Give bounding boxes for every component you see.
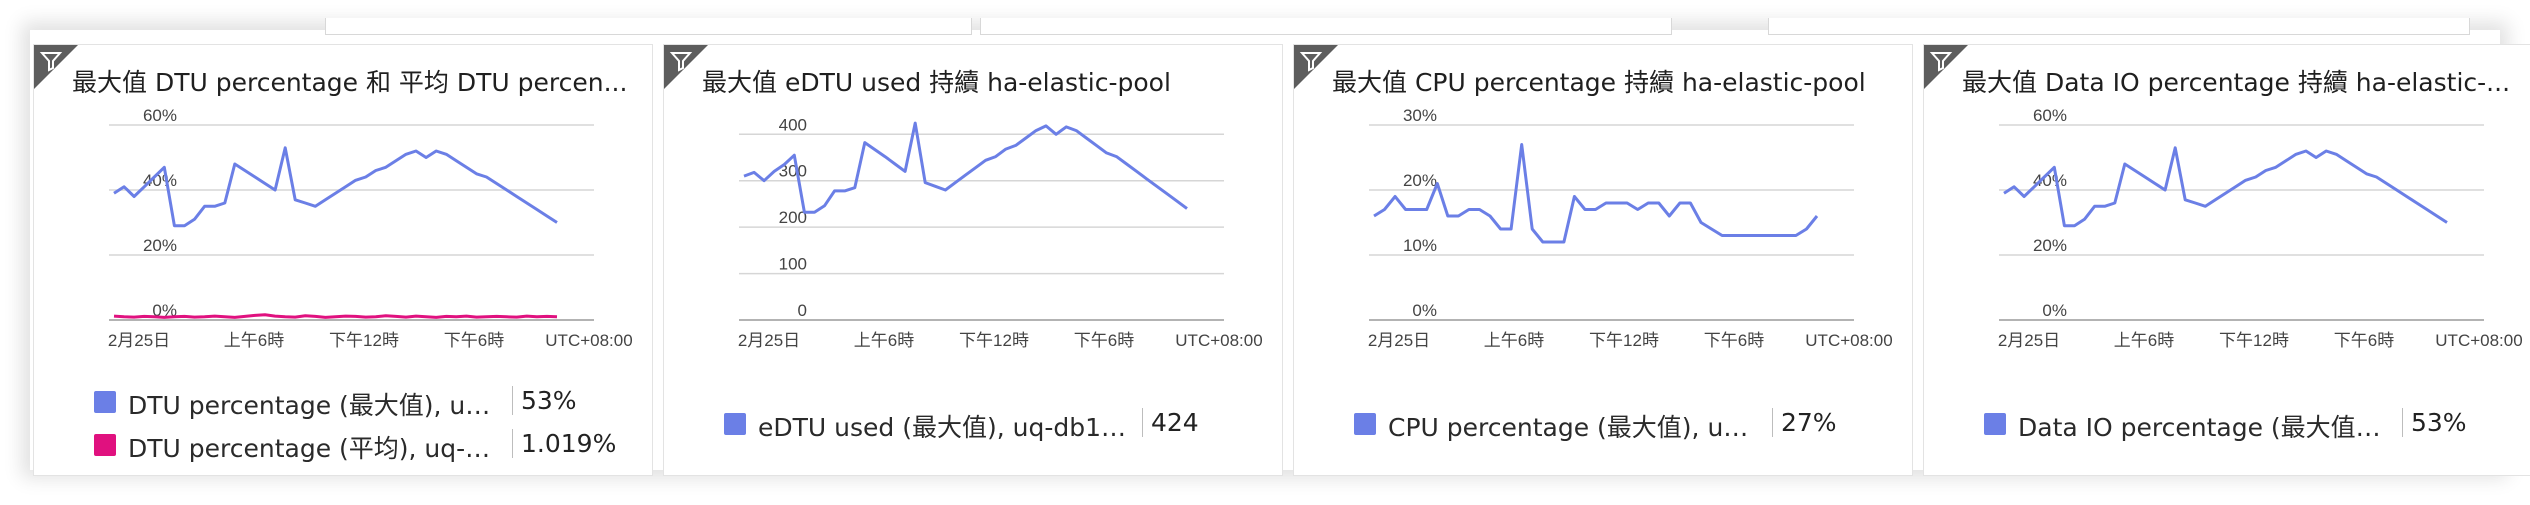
y-tick-label: 60%: [2033, 106, 2067, 125]
legend-swatch: [94, 434, 116, 456]
line-chart: 0% 10% 20% 30% 2月25日 上午6時 下午12時 下午6時 UTC+08:00: [1368, 106, 1893, 350]
y-tick-label: 20%: [1403, 171, 1437, 190]
legend-label: eDTU used (最大值), uq-db1-v...: [758, 413, 1130, 442]
legend-label: Data IO percentage (最大值), u...: [2018, 413, 2390, 442]
legend-swatch: [1984, 413, 2006, 435]
tile-top-edge: [1768, 18, 2470, 35]
x-tick-label: 上午6時: [854, 331, 914, 350]
tile-top-edge: [980, 18, 1672, 35]
y-tick-label: 40%: [2033, 171, 2067, 190]
legend-swatch: [1354, 413, 1376, 435]
series-line: [113, 313, 558, 319]
x-tick-label: 2月25日: [1368, 331, 1430, 350]
x-tick-label: 2月25日: [108, 331, 170, 350]
chart-tile-edtu[interactable]: 最大值 eDTU used 持續 ha-elastic-pool 0 100 200…: [663, 44, 1283, 476]
chart-tile-dataio[interactable]: 最大值 Data IO percentage 持續 ha-elastic-...…: [1923, 44, 2530, 476]
x-tick-label: 下午6時: [1074, 331, 1134, 350]
legend-item[interactable]: DTU percentage (最大值), uq-d... 53%: [94, 385, 634, 420]
x-tick-label: 2月25日: [738, 331, 800, 350]
legend-item[interactable]: eDTU used (最大值), uq-db1-v... 424: [724, 407, 1264, 442]
chart-tile-dtu[interactable]: 最大值 DTU percentage 和 平均 DTU percen... 0%…: [33, 44, 653, 476]
legend-item[interactable]: Data IO percentage (最大值), u... 53%: [1984, 407, 2524, 442]
chart-tile-cpu[interactable]: 最大值 CPU percentage 持續 ha-elastic-pool 0%…: [1293, 44, 1913, 476]
x-tick-label: 上午6時: [224, 331, 284, 350]
x-tick-label: UTC+08:00: [2435, 331, 2522, 350]
y-tick-label: 40%: [143, 171, 177, 190]
legend-swatch: [724, 413, 746, 435]
x-tick-label: 下午12時: [2219, 331, 2289, 350]
x-tick-label: UTC+08:00: [1175, 331, 1262, 350]
x-tick-label: UTC+08:00: [1805, 331, 1892, 350]
legend-value: 424: [1142, 408, 1199, 437]
legend-value: 1.019%: [512, 429, 616, 458]
x-tick-label: 下午12時: [1589, 331, 1659, 350]
series-line: [743, 121, 1188, 214]
x-tick-label: 下午6時: [2334, 331, 2394, 350]
x-tick-label: 2月25日: [1998, 331, 2060, 350]
legend-value: 27%: [1772, 408, 1837, 437]
x-tick-label: 下午6時: [444, 331, 504, 350]
tile-top-edge: [325, 18, 972, 35]
legend-label: DTU percentage (最大值), uq-d...: [128, 391, 500, 420]
series-line: [113, 146, 558, 228]
x-tick-label: 上午6時: [1484, 331, 1544, 350]
line-chart: 01002003004002月25日 上午6時 下午12時 下午6時 UTC+08:00: [738, 115, 1263, 350]
series-line: [2003, 146, 2448, 228]
y-tick-label: 400: [779, 115, 807, 134]
legend-value: 53%: [2402, 408, 2467, 437]
y-tick-label: 10%: [1403, 236, 1437, 255]
y-tick-label: 30%: [1403, 106, 1437, 125]
series-line: [1373, 143, 1819, 244]
x-tick-label: 上午6時: [2114, 331, 2174, 350]
x-tick-label: 下午6時: [1704, 331, 1764, 350]
y-tick-label: 0%: [1412, 301, 1437, 320]
y-tick-label: 20%: [143, 236, 177, 255]
x-tick-label: 下午12時: [329, 331, 399, 350]
y-tick-label: 60%: [143, 106, 177, 125]
y-tick-label: 100: [779, 255, 807, 274]
y-tick-label: 0%: [2042, 301, 2067, 320]
legend-value: 53%: [512, 386, 577, 415]
x-tick-label: UTC+08:00: [545, 331, 632, 350]
x-tick-label: 下午12時: [959, 331, 1029, 350]
legend-swatch: [94, 391, 116, 413]
y-tick-label: 20%: [2033, 236, 2067, 255]
line-chart: 0%20%40%60%2月25日 上午6時 下午12時 下午6時 UTC+08:00: [108, 106, 633, 350]
legend-item[interactable]: DTU percentage (平均), uq-d... 1.019%: [94, 428, 634, 463]
legend-item[interactable]: CPU percentage (最大值), uq-d... 27%: [1354, 407, 1894, 442]
legend-label: DTU percentage (平均), uq-d...: [128, 434, 500, 463]
y-tick-label: 0: [798, 301, 807, 320]
line-chart: 0% 20% 40% 60% 2月25日 上午6時 下午12時 下午6時 UTC+08:00: [1998, 106, 2523, 350]
legend-label: CPU percentage (最大值), uq-d...: [1388, 413, 1760, 442]
